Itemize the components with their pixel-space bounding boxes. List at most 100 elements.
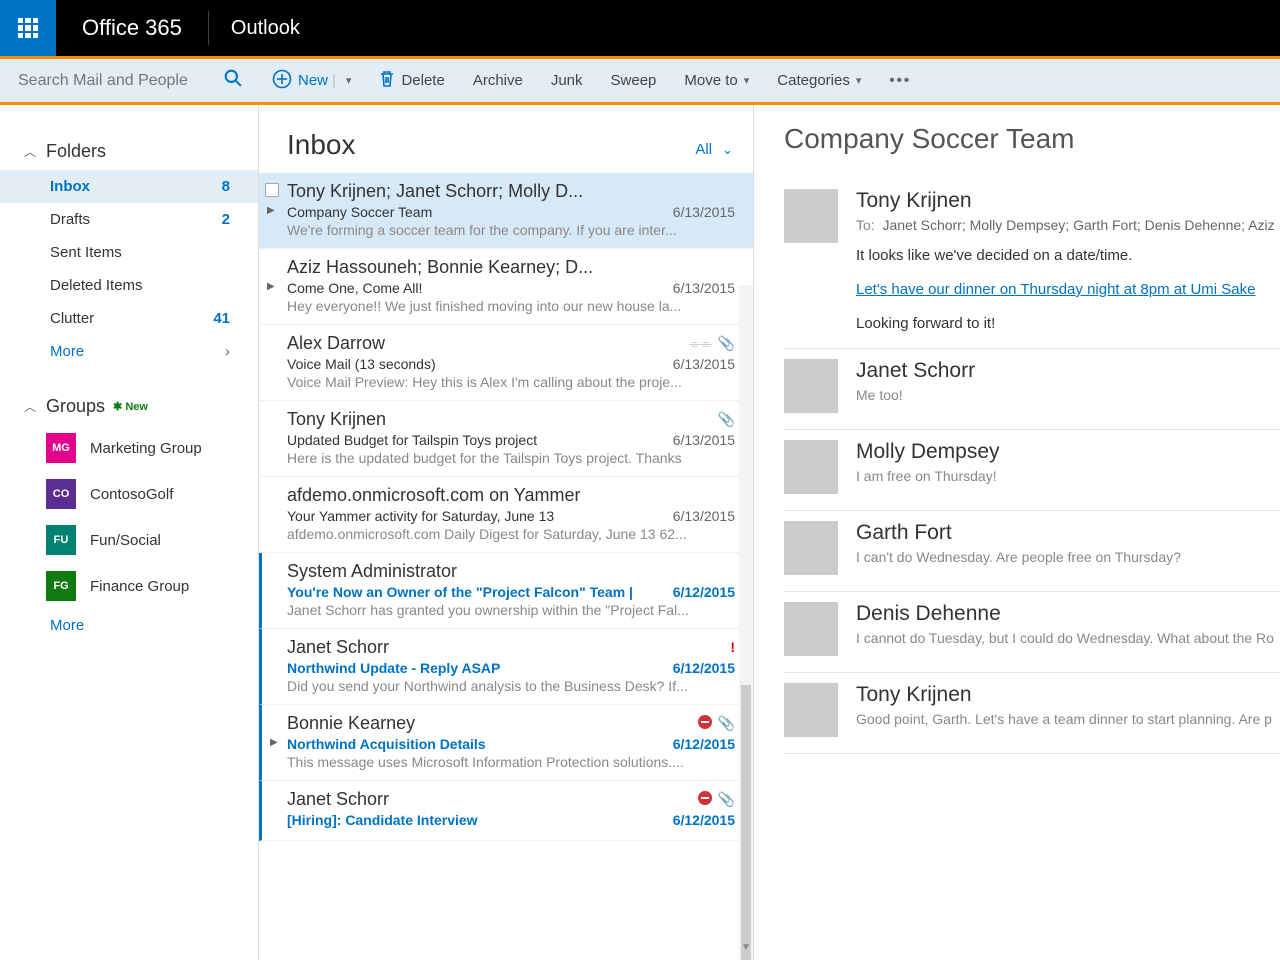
important-icon: ! xyxy=(730,639,735,655)
message-subject: Voice Mail (13 seconds) xyxy=(287,356,436,372)
thread-from: Garth Fort xyxy=(856,521,1280,545)
folder-item[interactable]: Inbox8 xyxy=(0,170,258,203)
expand-icon[interactable]: ▶ xyxy=(267,205,275,216)
message-preview: Janet Schorr has granted you ownership w… xyxy=(287,602,735,618)
attachment-icon: 📎 xyxy=(718,335,735,352)
message-preview: Here is the updated budget for the Tails… xyxy=(287,450,735,466)
archive-button[interactable]: Archive xyxy=(459,72,537,89)
message-item[interactable]: ▶ 📎 Bonnie Kearney Northwind Acquisition… xyxy=(259,705,753,781)
folder-pane: ︿ Folders Inbox8Drafts2Sent ItemsDeleted… xyxy=(0,105,258,960)
folder-item[interactable]: Clutter41 xyxy=(0,302,258,335)
blocked-icon xyxy=(698,715,712,729)
scroll-down-arrow[interactable]: ▼ xyxy=(739,942,753,958)
group-item[interactable]: MGMarketing Group xyxy=(0,425,258,471)
folder-title: Inbox xyxy=(287,129,356,161)
thread-message[interactable]: Garth Fort I can't do Wednesday. Are peop… xyxy=(784,511,1280,592)
thread-message[interactable]: Tony KrijnenTo: Janet Schorr; Molly Demp… xyxy=(784,179,1280,349)
waffle-icon xyxy=(18,18,38,38)
thread-from: Janet Schorr xyxy=(856,359,1280,383)
groups-header[interactable]: ︿ Groups ✱ New xyxy=(0,388,258,425)
new-label: New xyxy=(298,72,328,89)
moveto-button[interactable]: Move to▾ xyxy=(670,72,763,89)
chevron-down-icon: ▾ xyxy=(856,74,862,87)
thread-message[interactable]: Tony KrijnenGood point, Garth. Let's hav… xyxy=(784,673,1280,754)
thread-from: Molly Dempsey xyxy=(856,440,1280,464)
folder-item[interactable]: Drafts2 xyxy=(0,203,258,236)
thread-message[interactable]: Molly DempseyI am free on Thursday! xyxy=(784,430,1280,511)
message-item[interactable]: 📎 Tony Krijnen Updated Budget for Tailsp… xyxy=(259,401,753,477)
junk-button[interactable]: Junk xyxy=(537,72,597,89)
app-name: Outlook xyxy=(209,17,300,40)
expand-icon[interactable]: ▶ xyxy=(267,281,275,292)
thread-snippet: I can't do Wednesday. Are people free on… xyxy=(856,549,1280,565)
group-item[interactable]: COContosoGolf xyxy=(0,471,258,517)
avatar xyxy=(784,440,838,494)
message-subject: Updated Budget for Tailspin Toys project xyxy=(287,432,537,448)
more-commands-button[interactable]: ••• xyxy=(875,72,925,89)
message-from: Alex Darrow xyxy=(287,333,735,354)
folders-more[interactable]: More › xyxy=(0,335,258,368)
message-date: 6/13/2015 xyxy=(673,280,735,296)
chevron-up-icon: ︿ xyxy=(24,398,36,415)
brand-label: Office 365 xyxy=(56,15,208,41)
chevron-down-icon[interactable]: ▾ xyxy=(346,74,352,87)
ellipsis-icon: ••• xyxy=(889,72,911,89)
message-item[interactable]: 📎 Janet Schorr [Hiring]: Candidate Inter… xyxy=(259,781,753,841)
command-bar: New | ▾ Delete Archive Junk Sweep Move t… xyxy=(0,59,1280,105)
group-badge: FU xyxy=(46,525,76,555)
message-item[interactable]: ▶ Tony Krijnen; Janet Schorr; Molly D...… xyxy=(259,173,753,249)
folder-item[interactable]: Sent Items xyxy=(0,236,258,269)
filter-button[interactable]: All ⌄ xyxy=(695,141,733,158)
message-from: Janet Schorr xyxy=(287,789,735,810)
message-date: 6/13/2015 xyxy=(673,356,735,372)
thread-message[interactable]: Janet Schorr Me too! xyxy=(784,349,1280,430)
message-item[interactable]: System Administrator You're Now an Owner… xyxy=(259,553,753,629)
message-item[interactable]: ⌯⌯ 📎 Alex Darrow Voice Mail (13 seconds) 6… xyxy=(259,325,753,401)
delete-button[interactable]: Delete xyxy=(365,70,458,92)
reading-subject: Company Soccer Team xyxy=(784,123,1280,155)
checkbox[interactable] xyxy=(265,183,279,197)
message-from: Tony Krijnen xyxy=(287,409,735,430)
blocked-icon xyxy=(698,791,712,805)
app-launcher-button[interactable] xyxy=(0,0,56,56)
message-from: afdemo.onmicrosoft.com on Yammer xyxy=(287,485,735,506)
scrollbar-thumb[interactable] xyxy=(741,685,751,960)
meeting-link[interactable]: Let's have our dinner on Thursday night … xyxy=(856,281,1255,298)
delete-label: Delete xyxy=(401,72,444,89)
suite-header: Office 365 Outlook xyxy=(0,0,1280,56)
folders-header[interactable]: ︿ Folders xyxy=(0,133,258,170)
message-from: Janet Schorr xyxy=(287,637,735,658)
message-item[interactable]: afdemo.onmicrosoft.com on Yammer Your Ya… xyxy=(259,477,753,553)
message-date: 6/12/2015 xyxy=(673,736,735,752)
message-subject: You're Now an Owner of the "Project Falc… xyxy=(287,584,633,600)
search-input[interactable] xyxy=(18,72,218,90)
new-button[interactable]: New | ▾ xyxy=(258,69,365,93)
thread-from: Tony Krijnen xyxy=(856,683,1280,707)
chevron-down-icon: ⌄ xyxy=(722,142,733,158)
search-icon[interactable] xyxy=(224,69,242,92)
categories-button[interactable]: Categories▾ xyxy=(763,72,875,89)
expand-icon[interactable]: ▶ xyxy=(270,737,278,748)
group-item[interactable]: FUFun/Social xyxy=(0,517,258,563)
message-date: 6/13/2015 xyxy=(673,432,735,448)
thread-body: It looks like we've decided on a date/ti… xyxy=(856,247,1280,332)
group-item[interactable]: FGFinance Group xyxy=(0,563,258,609)
folder-item[interactable]: Deleted Items xyxy=(0,269,258,302)
avatar xyxy=(784,602,838,656)
voicemail-icon: ⌯⌯ xyxy=(689,335,711,352)
message-date: 6/12/2015 xyxy=(673,660,735,676)
avatar xyxy=(784,359,838,413)
message-item[interactable]: ▶ Aziz Hassouneh; Bonnie Kearney; D... C… xyxy=(259,249,753,325)
message-item[interactable]: ! Janet Schorr Northwind Update - Reply … xyxy=(259,629,753,705)
message-subject: Your Yammer activity for Saturday, June … xyxy=(287,508,554,524)
chevron-right-icon: › xyxy=(225,343,230,360)
group-badge: MG xyxy=(46,433,76,463)
groups-more[interactable]: More xyxy=(0,609,258,642)
message-preview: Hey everyone!! We just finished moving i… xyxy=(287,298,735,314)
sweep-button[interactable]: Sweep xyxy=(597,72,671,89)
trash-icon xyxy=(379,70,395,92)
thread-snippet: Me too! xyxy=(856,387,1280,403)
message-date: 6/13/2015 xyxy=(673,508,735,524)
thread-message[interactable]: Denis DehenneI cannot do Tuesday, but I … xyxy=(784,592,1280,673)
search-box[interactable] xyxy=(0,69,258,92)
